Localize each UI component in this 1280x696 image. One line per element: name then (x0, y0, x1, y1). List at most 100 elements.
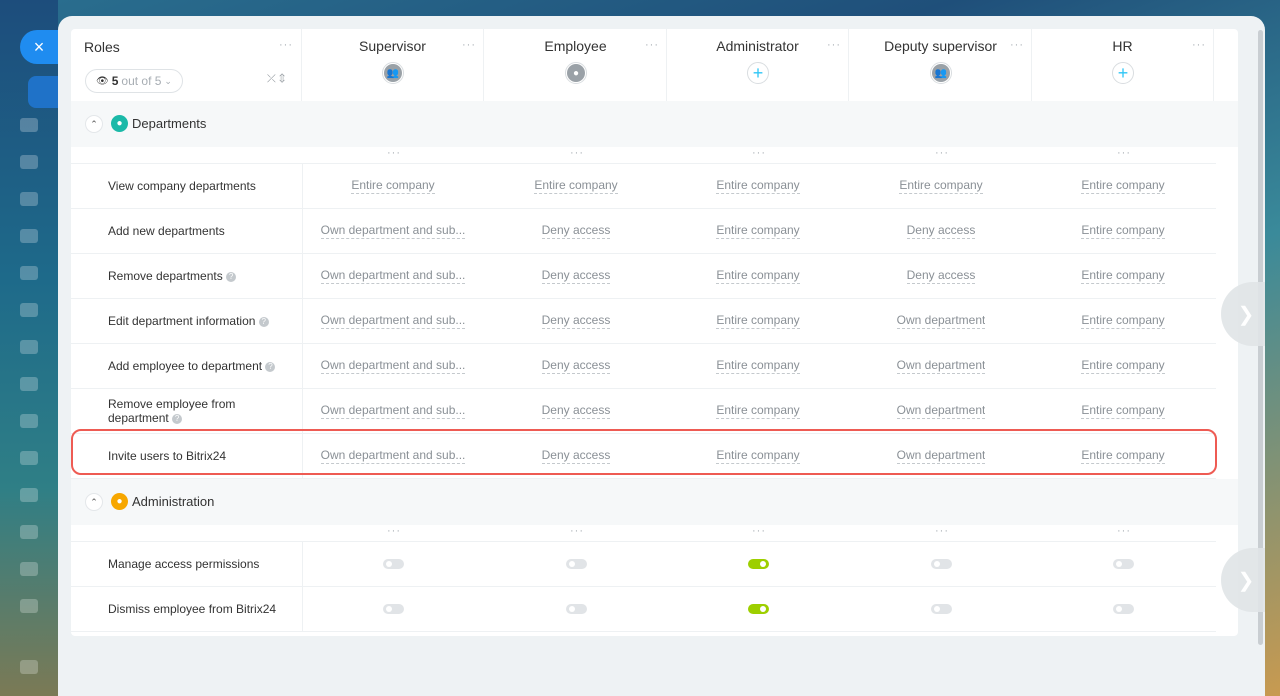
permission-value: Entire company (716, 268, 800, 284)
permission-value-select[interactable]: Entire company (1032, 344, 1214, 388)
permission-value-select[interactable]: Own department (850, 389, 1032, 433)
permission-value-select[interactable]: Deny access (485, 434, 667, 478)
add-member-icon[interactable]: + (747, 62, 769, 84)
permission-toggle[interactable] (747, 559, 769, 569)
permission-value-select[interactable]: Deny access (485, 299, 667, 343)
sidebar-icon[interactable] (20, 118, 38, 132)
role-name[interactable]: Deputy supervisor (850, 38, 1031, 54)
help-icon[interactable]: ? (258, 316, 269, 327)
column-more-icon[interactable]: ··· (570, 147, 584, 159)
column-more-icon[interactable]: ··· (1117, 525, 1131, 537)
role-name[interactable]: Supervisor (302, 38, 483, 54)
permission-toggle[interactable] (565, 559, 587, 569)
permission-value-select[interactable]: Entire company (667, 434, 849, 478)
permission-toggle[interactable] (565, 604, 587, 614)
role-name[interactable]: Administrator (667, 38, 848, 54)
sidebar-icon[interactable] (20, 340, 38, 354)
permission-value-select[interactable]: Entire company (1032, 209, 1214, 253)
permission-toggle[interactable] (382, 559, 404, 569)
permission-value: Deny access (906, 268, 976, 284)
column-more-icon[interactable]: ··· (935, 147, 949, 159)
permission-toggle[interactable] (382, 604, 404, 614)
sidebar-icon[interactable] (20, 599, 38, 613)
permission-value-select[interactable]: Deny access (485, 209, 667, 253)
add-member-icon[interactable]: + (1112, 62, 1134, 84)
permission-toggle[interactable] (1112, 604, 1134, 614)
permission-value-select[interactable]: Entire company (667, 209, 849, 253)
column-more-icon[interactable]: ··· (752, 525, 766, 537)
role-name[interactable]: Employee (485, 38, 666, 54)
permission-toggle[interactable] (930, 604, 952, 614)
roles-count-selector[interactable]: 👁 5 out of 5 ⌄ (85, 69, 183, 93)
user-icon[interactable]: ● (565, 62, 587, 84)
help-icon[interactable]: ? (226, 271, 237, 282)
sidebar-icon[interactable] (20, 192, 38, 206)
permission-toggle[interactable] (747, 604, 769, 614)
column-more-icon[interactable]: ··· (1117, 147, 1131, 159)
permission-value-select[interactable]: Own department and sub... (302, 254, 484, 298)
collapse-expand-icon[interactable]: ⤫ ⇕ (267, 73, 285, 86)
help-icon[interactable]: ? (172, 413, 183, 424)
collapse-section-button[interactable]: ⌃ (85, 493, 103, 511)
group-icon[interactable]: 👥 (930, 62, 952, 84)
permission-value-select[interactable]: Own department and sub... (302, 434, 484, 478)
sidebar-icon[interactable] (20, 525, 38, 539)
permission-value-select[interactable]: Own department (850, 344, 1032, 388)
column-more-icon[interactable]: ··· (752, 147, 766, 159)
sidebar-icon[interactable] (20, 303, 38, 317)
permission-value-select[interactable]: Entire company (485, 164, 667, 208)
permission-value-select[interactable]: Own department (850, 299, 1032, 343)
role-name[interactable]: HR (1032, 38, 1213, 54)
column-more-icon[interactable]: ··· (570, 525, 584, 537)
column-more-icon[interactable]: ··· (387, 525, 401, 537)
sidebar-icon[interactable] (20, 660, 38, 674)
role-more-icon[interactable]: ··· (1192, 39, 1206, 51)
permission-value-select[interactable]: Entire company (667, 254, 849, 298)
permission-value-select[interactable]: Entire company (1032, 164, 1214, 208)
column-more-icon[interactable]: ··· (935, 525, 949, 537)
permission-value-select[interactable]: Entire company (302, 164, 484, 208)
role-more-icon[interactable]: ··· (1010, 39, 1024, 51)
permission-value-select[interactable]: Entire company (667, 344, 849, 388)
sidebar-icon[interactable] (20, 414, 38, 428)
permission-value-select[interactable]: Entire company (667, 389, 849, 433)
permission-value-select[interactable]: Own department and sub... (302, 299, 484, 343)
roles-more-icon[interactable]: ··· (279, 39, 293, 51)
role-more-icon[interactable]: ··· (645, 39, 659, 51)
sidebar-active-item[interactable] (28, 76, 58, 108)
permission-value-select[interactable]: Entire company (1032, 299, 1214, 343)
permission-value-select[interactable]: Own department and sub... (302, 389, 484, 433)
permission-value-select[interactable]: Entire company (850, 164, 1032, 208)
permission-value-select[interactable]: Entire company (1032, 434, 1214, 478)
permission-toggle[interactable] (1112, 559, 1134, 569)
role-more-icon[interactable]: ··· (462, 39, 476, 51)
sidebar-icon[interactable] (20, 562, 38, 576)
permission-value-select[interactable]: Entire company (1032, 254, 1214, 298)
permission-value-select[interactable]: Deny access (850, 209, 1032, 253)
permission-value-select[interactable]: Deny access (485, 389, 667, 433)
role-more-icon[interactable]: ··· (827, 39, 841, 51)
help-icon[interactable]: ? (265, 361, 276, 372)
permission-value-select[interactable]: Own department and sub... (302, 344, 484, 388)
permission-value-select[interactable]: Own department (850, 434, 1032, 478)
permission-value-select[interactable]: Deny access (485, 344, 667, 388)
sidebar-icon[interactable] (20, 266, 38, 280)
permission-value-select[interactable]: Deny access (850, 254, 1032, 298)
sidebar-icon[interactable] (20, 488, 38, 502)
sidebar-icon[interactable] (20, 451, 38, 465)
permission-value-select[interactable]: Entire company (667, 299, 849, 343)
permission-value-select[interactable]: Own department and sub... (302, 209, 484, 253)
column-more-icon[interactable]: ··· (387, 147, 401, 159)
permission-value-select[interactable]: Deny access (485, 254, 667, 298)
permission-toggle[interactable] (930, 559, 952, 569)
collapse-section-button[interactable]: ⌃ (85, 115, 103, 133)
sidebar-icon[interactable] (20, 377, 38, 391)
sidebar-icon[interactable] (20, 155, 38, 169)
group-icon[interactable]: 👥 (382, 62, 404, 84)
permission-value-select[interactable]: Entire company (667, 164, 849, 208)
permission-value-select[interactable]: Entire company (1032, 389, 1214, 433)
permission-value: Entire company (716, 448, 800, 464)
permission-toggle-cell (485, 542, 667, 586)
sidebar-icon[interactable] (20, 229, 38, 243)
close-slider-button[interactable]: × (20, 30, 58, 64)
